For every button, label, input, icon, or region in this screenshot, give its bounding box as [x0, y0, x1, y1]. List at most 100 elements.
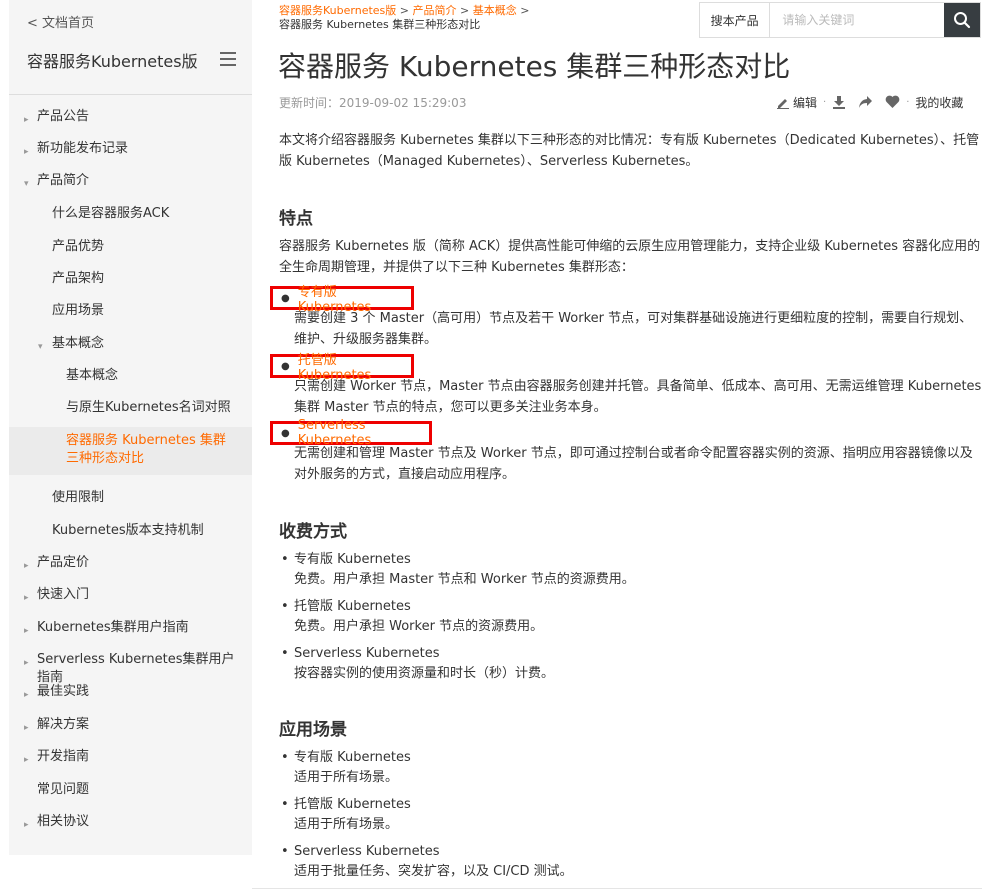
- billing-item-name: Serverless Kubernetes: [294, 646, 440, 661]
- sidebar-item-label: 产品简介: [37, 173, 90, 188]
- bullet-icon: ●: [281, 292, 290, 304]
- chevron-icon: ▸: [24, 755, 29, 765]
- update-time: 更新时间：2019-09-02 15:29:03: [279, 96, 467, 110]
- sidebar-item-label: 与原生Kubernetes名词对照: [66, 400, 231, 415]
- intro-paragraph: 本文将介绍容器服务 Kubernetes 集群以下三种形态的对比情况：专有版 K…: [279, 133, 980, 169]
- sidebar-item-3[interactable]: 什么是容器服务ACK: [9, 205, 252, 225]
- sidebar-item-12[interactable]: Kubernetes版本支持机制: [9, 522, 252, 542]
- sidebar-item-6[interactable]: 应用场景: [9, 302, 252, 322]
- scenario-item-desc: 适用于所有场景。: [294, 817, 399, 832]
- feature-serverless-link[interactable]: ● Serverless Kubernetes: [270, 418, 432, 448]
- breadcrumb-separator: >: [399, 4, 409, 17]
- bullet-icon: ●: [281, 427, 290, 439]
- page-title: 容器服务 Kubernetes 集群三种形态对比: [278, 50, 791, 83]
- billing-heading: 收费方式: [279, 522, 347, 542]
- sidebar-item-label: Kubernetes集群用户指南: [37, 620, 189, 635]
- sidebar-item-5[interactable]: 产品架构: [9, 270, 252, 290]
- sidebar-item-label: 新功能发布记录: [37, 141, 129, 156]
- scenario-item: Serverless Kubernetes 适用于批量任务、突发扩容，以及 CI/…: [281, 842, 981, 882]
- hamburger-menu-icon[interactable]: [220, 52, 236, 66]
- scenario-item-name: Serverless Kubernetes: [294, 844, 440, 859]
- sidebar-item-2[interactable]: ▾ 产品简介: [9, 172, 252, 192]
- feature-serverless-desc: 无需创建和管理 Master 节点及 Worker 节点，即可通过控制台或者命令…: [294, 446, 973, 482]
- search-box: 搜本产品: [699, 2, 981, 38]
- billing-item: Serverless Kubernetes 按容器实例的使用资源量和时长（秒）计费…: [281, 644, 981, 684]
- feature-managed-desc: 只需创建 Worker 节点，Master 节点由容器服务创建并托管。具备简单、…: [294, 379, 982, 415]
- chevron-icon: ▾: [38, 342, 43, 352]
- sidebar-item-label: 快速入门: [37, 587, 90, 602]
- download-button[interactable]: [832, 95, 846, 109]
- sidebar-item-7[interactable]: ▾ 基本概念: [9, 335, 252, 355]
- billing-item-name: 托管版 Kubernetes: [294, 599, 411, 614]
- share-button[interactable]: [858, 95, 873, 109]
- sidebar-item-19[interactable]: ▸ 开发指南: [9, 748, 252, 768]
- toolbar-separator: ·: [906, 96, 910, 108]
- sidebar-item-4[interactable]: 产品优势: [9, 238, 252, 258]
- sidebar-item-label: 相关协议: [37, 814, 90, 829]
- sidebar-item-1[interactable]: ▸ 新功能发布记录: [9, 140, 252, 160]
- bullet-icon: ●: [281, 360, 290, 372]
- breadcrumb-item-product[interactable]: 容器服务Kubernetes版: [279, 4, 396, 17]
- search-icon: [954, 12, 971, 29]
- sidebar-item-13[interactable]: ▸ 产品定价: [9, 554, 252, 574]
- billing-item-name: 专有版 Kubernetes: [294, 552, 411, 567]
- download-icon: [833, 96, 846, 109]
- sidebar-item-label: 解决方案: [37, 717, 90, 732]
- chevron-icon: ▸: [24, 147, 29, 157]
- chevron-icon: ▸: [24, 690, 29, 700]
- scenario-item-desc: 适用于批量任务、突发扩容，以及 CI/CD 测试。: [294, 864, 573, 879]
- feature-managed-link[interactable]: ● 托管版 Kubernetes: [270, 353, 414, 383]
- billing-item: 托管版 Kubernetes 免费。用户承担 Worker 节点的资源费用。: [281, 597, 981, 637]
- scenario-item: 托管版 Kubernetes 适用于所有场景。: [281, 795, 981, 835]
- scenario-item-desc: 适用于所有场景。: [294, 770, 399, 785]
- edit-label: 编辑: [793, 95, 818, 110]
- feature-dedicated-desc: 需要创建 3 个 Master（高可用）节点及若干 Worker 节点，可对集群…: [294, 311, 973, 347]
- breadcrumb-separator: >: [520, 4, 530, 17]
- breadcrumb-item-concepts[interactable]: 基本概念: [473, 4, 517, 17]
- chevron-icon: ▸: [24, 723, 29, 733]
- breadcrumb-current: 容器服务 Kubernetes 集群三种形态对比: [279, 18, 481, 31]
- search-button[interactable]: [944, 3, 980, 37]
- search-input[interactable]: [770, 3, 945, 37]
- sidebar-divider: [9, 94, 252, 95]
- sidebar-item-16[interactable]: ▸ Serverless Kubernetes集群用户指南: [9, 651, 252, 685]
- sidebar-item-label: 产品公告: [37, 109, 90, 124]
- sidebar-item-label: 什么是容器服务ACK: [52, 206, 170, 221]
- chevron-icon: ▸: [24, 593, 29, 603]
- chevron-icon: ▸: [24, 115, 29, 125]
- sidebar-item-18[interactable]: ▸ 解决方案: [9, 716, 252, 736]
- breadcrumb: 容器服务Kubernetes版 > 产品简介 > 基本概念 > 容器服务 Kub…: [279, 4, 529, 32]
- sidebar-item-10[interactable]: 容器服务 Kubernetes 集群三种形态对比: [9, 427, 252, 475]
- sidebar: < 文档首页 容器服务Kubernetes版 ▸ 产品公告 ▸ 新功能发布记录 ▾ 产品简…: [9, 0, 252, 855]
- billing-list: 专有版 Kubernetes 免费。用户承担 Master 节点和 Worker …: [281, 550, 981, 691]
- feature-dedicated-link[interactable]: ● 专有版 Kubernetes: [270, 285, 414, 315]
- sidebar-item-label: 产品优势: [52, 239, 105, 254]
- sidebar-item-0[interactable]: ▸ 产品公告: [9, 108, 252, 128]
- like-button[interactable]: [885, 95, 900, 109]
- chevron-icon: ▸: [24, 820, 29, 830]
- sidebar-item-label: 容器服务 Kubernetes 集群三种形态对比: [66, 433, 226, 466]
- sidebar-item-17[interactable]: ▸ 最佳实践: [9, 683, 252, 703]
- toolbar-separator: ·: [823, 96, 827, 108]
- sidebar-item-21[interactable]: ▸ 相关协议: [9, 813, 252, 833]
- scenarios-heading: 应用场景: [279, 720, 347, 740]
- sidebar-item-11[interactable]: 使用限制: [9, 489, 252, 509]
- sidebar-item-14[interactable]: ▸ 快速入门: [9, 586, 252, 606]
- chevron-icon: ▾: [24, 179, 29, 189]
- breadcrumb-item-intro[interactable]: 产品简介: [413, 4, 457, 17]
- back-to-docs-home-link[interactable]: < 文档首页: [27, 12, 94, 31]
- edit-button[interactable]: 编辑: [776, 94, 817, 111]
- breadcrumb-separator: >: [460, 4, 470, 17]
- sidebar-product-title: 容器服务Kubernetes版: [27, 52, 198, 71]
- sidebar-item-9[interactable]: 与原生Kubernetes名词对照: [9, 399, 252, 419]
- my-favorites-link[interactable]: 我的收藏: [915, 94, 963, 111]
- scenario-item-name: 专有版 Kubernetes: [294, 750, 411, 765]
- sidebar-item-20[interactable]: 常见问题: [9, 781, 252, 801]
- sidebar-item-15[interactable]: ▸ Kubernetes集群用户指南: [9, 619, 252, 639]
- scenarios-list: 专有版 Kubernetes 适用于所有场景。托管版 Kubernetes 适用于所…: [281, 748, 981, 889]
- sidebar-item-8[interactable]: 基本概念: [9, 367, 252, 387]
- pencil-icon: [777, 99, 789, 109]
- features-heading: 特点: [279, 209, 313, 229]
- billing-item: 专有版 Kubernetes 免费。用户承担 Master 节点和 Worker …: [281, 550, 981, 590]
- search-scope-selector[interactable]: 搜本产品: [700, 3, 771, 37]
